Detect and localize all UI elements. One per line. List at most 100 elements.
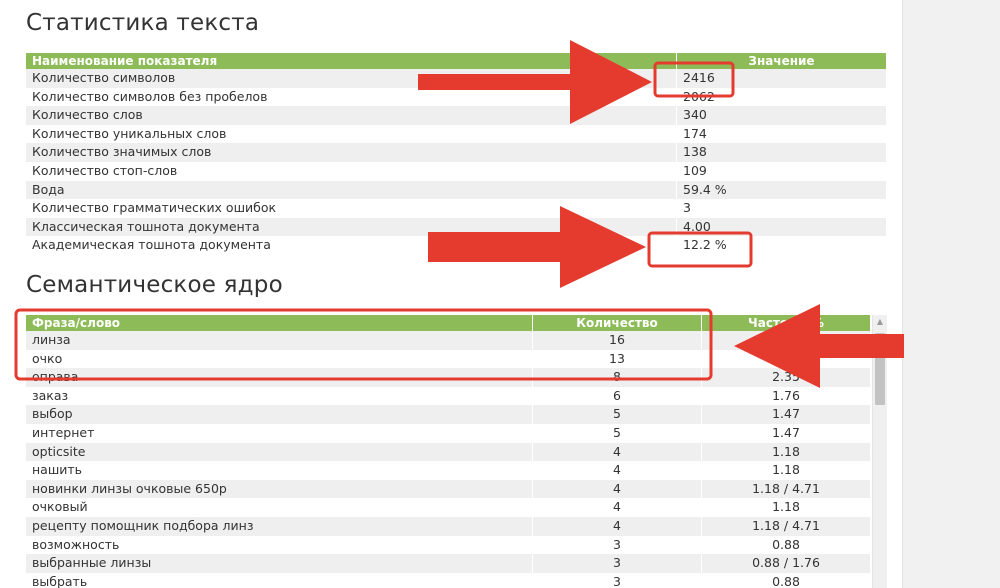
semantic-scrollbar[interactable]: ▲ — [872, 315, 887, 588]
phrase-cell: выбрать — [26, 572, 533, 588]
indicator-label: Вода — [26, 180, 677, 200]
count-cell: 16 — [533, 331, 702, 350]
count-cell: 3 — [533, 554, 702, 573]
count-cell: 8 — [533, 368, 702, 387]
table-row: очко 13 — [26, 349, 870, 369]
table-row: очковый 4 1.18 — [26, 498, 870, 517]
main-panel: Статистика текста Наименование показател… — [0, 0, 903, 588]
header-value: Значение — [748, 54, 815, 68]
table-row: Количество символов 2416 — [26, 69, 886, 88]
table-row: Вода 59.4 % — [26, 180, 886, 200]
stats-title: Статистика текста — [26, 10, 260, 36]
indicator-value: 174 — [683, 125, 707, 141]
stats-table-header: Наименование показателя Значение — [26, 53, 886, 69]
table-row: Количество уникальных слов 174 — [26, 124, 886, 144]
indicator-value: 4.00 — [683, 218, 711, 234]
count-cell: 5 — [533, 405, 702, 424]
indicator-value: 2062 — [683, 88, 715, 104]
phrase-cell: выбранные линзы — [26, 554, 533, 573]
table-row: выбрать 3 0.88 — [26, 572, 870, 588]
table-row: новинки линзы очковые 650р 4 1.18 / 4.71 — [26, 479, 870, 499]
table-row: оправа 8 2.35 — [26, 368, 870, 387]
count-cell: 13 — [533, 349, 702, 369]
count-cell: 4 — [533, 479, 702, 499]
indicator-label: Количество стоп-слов — [26, 161, 677, 181]
frequency-cell: 1.18 / 4.71 — [752, 480, 820, 496]
indicator-label: Количество символов без пробелов — [26, 87, 677, 107]
table-row: выбор 5 1.47 — [26, 405, 870, 424]
table-row: Количество символов без пробелов 2062 — [26, 87, 886, 107]
count-cell: 5 — [533, 423, 702, 443]
table-row: Количество грамматических ошибок 3 — [26, 199, 886, 218]
table-row: нашить 4 1.18 — [26, 461, 870, 480]
indicator-value: 12.2 % — [683, 237, 727, 253]
count-cell: 3 — [533, 535, 702, 555]
indicator-value: 340 — [683, 107, 707, 123]
indicator-label: Классическая тошнота документа — [26, 217, 677, 237]
scroll-up-arrow-icon[interactable]: ▲ — [873, 315, 887, 329]
table-row: заказ 6 1.76 — [26, 386, 870, 406]
indicator-value: 59.4 % — [683, 181, 727, 197]
table-row: opticsite 4 1.18 — [26, 442, 870, 462]
header-count[interactable]: Количество — [533, 315, 702, 331]
count-cell: 4 — [533, 498, 702, 517]
indicator-value: 2416 — [683, 70, 715, 85]
table-row: выбранные линзы 3 0.88 / 1.76 — [26, 554, 870, 573]
indicator-label: Количество символов — [26, 69, 677, 88]
phrase-cell: заказ — [26, 386, 533, 406]
frequency-cell: 1.18 — [772, 443, 800, 459]
table-row: возможность 3 0.88 — [26, 535, 870, 555]
header-phrase[interactable]: Фраза/слово — [26, 315, 533, 331]
phrase-cell: рецепту помощник подбора линз — [26, 516, 533, 536]
table-row: Количество слов 340 — [26, 106, 886, 125]
frequency-cell: 1.18 — [772, 499, 800, 515]
phrase-cell: интернет — [26, 423, 533, 443]
frequency-cell: 0.88 — [772, 573, 800, 588]
indicator-value: 138 — [683, 144, 707, 160]
indicator-label: Количество уникальных слов — [26, 124, 677, 144]
phrase-cell: очко — [26, 349, 533, 369]
frequency-cell: 0.88 — [772, 536, 800, 552]
frequency-cell: 1.76 — [772, 387, 800, 403]
count-cell: 4 — [533, 461, 702, 480]
frequency-cell — [702, 350, 870, 369]
indicator-value: 109 — [683, 162, 707, 178]
count-cell: 4 — [533, 442, 702, 462]
stats-table: Наименование показателя Значение Количес… — [26, 53, 886, 255]
count-cell: 3 — [533, 572, 702, 588]
phrase-cell: новинки линзы очковые 650р — [26, 479, 533, 499]
frequency-cell: 1.47 — [772, 424, 800, 440]
indicator-label: Академическая тошнота документа — [26, 236, 677, 255]
phrase-cell: линза — [26, 331, 533, 350]
indicator-label: Количество слов — [26, 106, 677, 125]
semantic-title: Семантическое ядро — [26, 272, 283, 298]
frequency-cell: 2.35 — [772, 369, 800, 385]
indicator-label: Количество значимых слов — [26, 143, 677, 162]
phrase-cell: нашить — [26, 461, 533, 480]
scroll-thumb[interactable] — [875, 333, 885, 405]
frequency-cell: 0.88 / 1.76 — [752, 555, 820, 571]
count-cell: 4 — [533, 516, 702, 536]
phrase-cell: возможность — [26, 535, 533, 555]
frequency-cell: 1.18 — [772, 462, 800, 478]
header-frequency[interactable]: Частота, % — [702, 315, 870, 331]
phrase-cell: выбор — [26, 405, 533, 424]
phrase-cell: opticsite — [26, 442, 533, 462]
table-row: рецепту помощник подбора линз 4 1.18 / 4.7… — [26, 516, 870, 536]
indicator-value: 3 — [683, 200, 691, 216]
frequency-cell — [702, 331, 870, 350]
header-indicator-name: Наименование показателя — [26, 53, 677, 69]
frequency-cell: 1.18 / 4.71 — [752, 517, 820, 533]
table-row: линза 16 — [26, 331, 870, 350]
table-row: Количество стоп-слов 109 — [26, 161, 886, 181]
phrase-cell: оправа — [26, 368, 533, 387]
table-row: Количество значимых слов 138 — [26, 143, 886, 162]
phrase-cell: очковый — [26, 498, 533, 517]
table-row: Академическая тошнота документа 12.2 % — [26, 236, 886, 255]
semantic-table-header: Фраза/слово Количество Частота, % — [26, 315, 870, 331]
table-row: Классическая тошнота документа 4.00 — [26, 217, 886, 237]
semantic-table: Фраза/слово Количество Частота, % линза 1… — [26, 315, 870, 588]
count-cell: 6 — [533, 386, 702, 406]
indicator-label: Количество грамматических ошибок — [26, 199, 677, 218]
frequency-cell: 1.47 — [772, 406, 800, 422]
